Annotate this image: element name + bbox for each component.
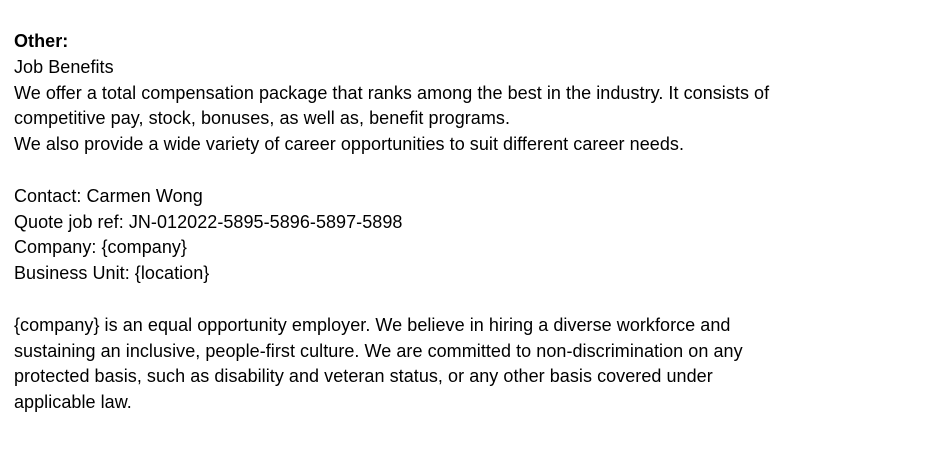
eeo-statement-line: applicable law. <box>14 392 132 413</box>
eeo-statement-line: sustaining an inclusive, people-first cu… <box>14 340 743 361</box>
eeo-statement-line: protected basis, such as disability and … <box>14 366 713 387</box>
section-heading: Other: <box>14 31 69 51</box>
benefits-line: We also provide a wide variety of career… <box>14 134 684 155</box>
document-body: Other: Job Benefits We offer a total com… <box>14 29 939 416</box>
benefits-line: We offer a total compensation package th… <box>14 82 770 103</box>
benefits-title: Job Benefits <box>14 56 114 77</box>
benefits-line: competitive pay, stock, bonuses, as well… <box>14 108 510 129</box>
eeo-statement-line: {company} is an equal opportunity employ… <box>14 314 731 335</box>
business-unit-field: Business Unit: {location} <box>14 263 210 284</box>
company-field: Company: {company} <box>14 237 187 258</box>
contact-name: Contact: Carmen Wong <box>14 185 203 206</box>
job-reference: Quote job ref: JN-012022-5895-5896-5897-… <box>14 211 403 232</box>
